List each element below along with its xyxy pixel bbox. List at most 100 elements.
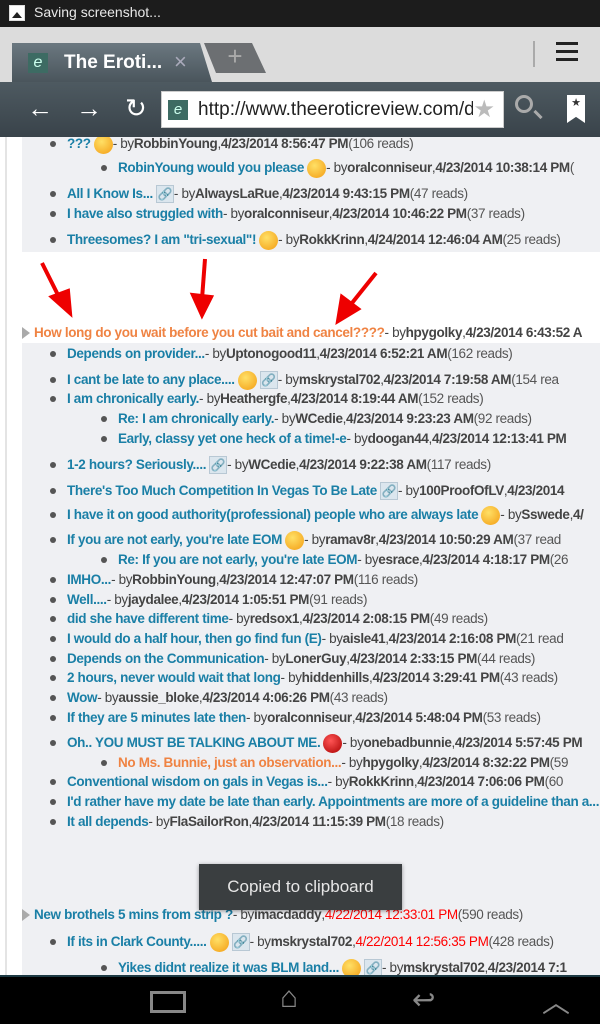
- eyes-roll-icon: [209, 932, 229, 952]
- by-label: - by: [97, 690, 119, 705]
- back-icon[interactable]: ↩: [412, 983, 435, 1016]
- link-icon[interactable]: 🔗: [259, 371, 278, 389]
- reload-icon[interactable]: ↻: [125, 94, 147, 122]
- read-count: (154 rea: [511, 372, 559, 387]
- url-bar[interactable]: e http://www.theeroticreview.com/discuss…: [161, 91, 504, 128]
- list-item: All I Know Is... 🔗 - by AlwaysLaRue, 4/23…: [50, 184, 468, 204]
- list-item: Yikes didnt realize it was BLM land... 🔗 …: [101, 958, 567, 975]
- link-icon[interactable]: 🔗: [364, 959, 383, 975]
- post-title-link[interactable]: I am chronically early.: [67, 389, 199, 409]
- read-count: (152 reads): [418, 391, 484, 406]
- post-title-link[interactable]: Early, classy yet one heck of a time!-e: [118, 429, 347, 449]
- by-label: - by: [321, 631, 343, 646]
- bullet: [50, 237, 56, 243]
- post-title-link[interactable]: Wow: [67, 688, 98, 708]
- post-title-link[interactable]: Re: I am chronically early.: [118, 409, 274, 429]
- list-item: I have it on good authority(professional…: [50, 505, 584, 525]
- list-item: ??? - by RobbinYoung, 4/23/2014 8:56:47 …: [50, 137, 414, 154]
- author-name: hpygolky: [362, 755, 419, 770]
- post-title-link[interactable]: I cant be late to any place....: [67, 370, 235, 390]
- post-title-link[interactable]: Re: If you are not early, you're late EO…: [118, 550, 358, 570]
- post-title-link[interactable]: Yikes didnt realize it was BLM land...: [118, 958, 339, 975]
- post-date: 4/23/2014 5:57:45 PM: [454, 735, 583, 750]
- post-title-link[interactable]: I'd rather have my date be late than ear…: [67, 792, 599, 812]
- post-title-link[interactable]: did she have different time: [67, 609, 229, 629]
- post-date: 4/23/2014 4:18:17 PM: [422, 552, 550, 567]
- by-label: - by: [274, 411, 296, 426]
- author-name: redsox1: [249, 611, 300, 626]
- post-title-link[interactable]: All I Know Is...: [67, 184, 153, 204]
- arrow-line: [200, 258, 207, 300]
- home-icon[interactable]: ⌂: [280, 981, 298, 1015]
- post-title-link[interactable]: If its in Clark County.....: [67, 932, 207, 952]
- close-tab-icon[interactable]: ×: [174, 49, 187, 75]
- by-label: - by: [112, 137, 134, 151]
- author-name: WCedie: [295, 411, 343, 426]
- bullet: [50, 512, 56, 518]
- author-name: LonerGuy: [285, 651, 347, 666]
- post-title-link[interactable]: 2 hours, never would wait that long: [67, 668, 281, 688]
- author-name: doogan44: [367, 431, 429, 446]
- post-title-link[interactable]: There's Too Much Competition In Vegas To…: [67, 481, 377, 501]
- post-date: 4/23/2014 10:50:29 AM: [378, 532, 514, 547]
- post-title-link[interactable]: I have it on good authority(professional…: [67, 505, 479, 525]
- bullet: [50, 577, 56, 583]
- post-title-link[interactable]: RobinYoung would you please: [118, 158, 304, 178]
- laugh-icon: [237, 370, 257, 390]
- bullet: [50, 597, 56, 603]
- post-title-link[interactable]: No Ms. Bunnie, just an observation...: [118, 753, 342, 773]
- recent-apps-icon[interactable]: [150, 991, 186, 1013]
- post-date: 4/23/2014 8:56:47 PM: [220, 137, 349, 151]
- expand-triangle-icon[interactable]: [22, 909, 30, 921]
- list-item: 1-2 hours? Seriously.... 🔗 - by WCedie, 4…: [50, 455, 491, 475]
- expand-triangle-icon[interactable]: [22, 327, 30, 339]
- link-icon[interactable]: 🔗: [231, 933, 250, 951]
- bullet: [50, 675, 56, 681]
- link-icon[interactable]: 🔗: [155, 185, 174, 203]
- author-name: onebadbunnie: [363, 735, 452, 750]
- link-icon[interactable]: 🔗: [379, 482, 398, 500]
- post-title-link[interactable]: IMHO...: [67, 570, 111, 590]
- bullet: [50, 656, 56, 662]
- post-date: 4/23/2014 5:48:04 PM: [355, 710, 483, 725]
- page-content[interactable]: ??? - by RobbinYoung, 4/23/2014 8:56:47 …: [0, 137, 600, 975]
- bookmarks-icon[interactable]: ★: [567, 95, 585, 123]
- devil-icon: [323, 733, 343, 753]
- post-title-link[interactable]: Oh.. YOU MUST BE TALKING ABOUT ME.: [67, 733, 321, 753]
- post-title-link[interactable]: Depends on provider...: [67, 344, 205, 364]
- link-icon[interactable]: 🔗: [209, 456, 228, 474]
- post-title-link[interactable]: I have also struggled with: [67, 204, 223, 224]
- menu-icon[interactable]: [556, 42, 578, 66]
- new-tab-button[interactable]: +: [204, 43, 266, 73]
- bullet: [50, 377, 56, 383]
- post-title-link[interactable]: Well....: [67, 590, 107, 610]
- post-title-link[interactable]: Depends on the Communication: [67, 649, 265, 669]
- post-title-link[interactable]: How long do you wait before you cut bait…: [34, 323, 385, 343]
- search-icon[interactable]: [515, 95, 533, 113]
- url-text[interactable]: http://www.theeroticreview.com/discussio…: [198, 99, 473, 121]
- post-title-link[interactable]: If you are not early, you're late EOM: [67, 530, 282, 550]
- post-title-link[interactable]: I would do a half hour, then go find fun…: [67, 629, 322, 649]
- post-date: 4/23/2014 2:16:08 PM: [388, 631, 517, 646]
- back-arrow-icon[interactable]: ←: [27, 94, 53, 122]
- by-label: - by: [204, 346, 226, 361]
- read-count: (60: [544, 774, 564, 789]
- post-date: 4/23/2014 7:1: [487, 960, 567, 975]
- post-title-link[interactable]: Conventional wisdom on gals in Vegas is.…: [67, 772, 328, 792]
- by-label: - by: [357, 552, 379, 567]
- author-name: oralconniseur: [244, 206, 329, 221]
- post-title-link[interactable]: ???: [67, 137, 91, 154]
- arrow-line: [350, 271, 378, 305]
- browser-tab[interactable]: e The Eroti... ×: [12, 43, 212, 82]
- post-title-link[interactable]: 1-2 hours? Seriously....: [67, 455, 206, 475]
- worried-icon: [342, 958, 362, 975]
- toast-message: Copied to clipboard: [199, 864, 402, 910]
- by-label: - by: [346, 431, 368, 446]
- post-title-link[interactable]: Threesomes? I am "tri-sexual"!: [67, 230, 256, 250]
- star-icon[interactable]: ★: [473, 95, 495, 124]
- post-title-link[interactable]: It all depends: [67, 812, 149, 832]
- post-date: 4/23/2014 9:43:15 PM: [282, 186, 410, 201]
- forward-arrow-icon[interactable]: →: [76, 94, 102, 122]
- chevron-up-icon[interactable]: ︿: [542, 981, 570, 1021]
- post-title-link[interactable]: If they are 5 minutes late then: [67, 708, 246, 728]
